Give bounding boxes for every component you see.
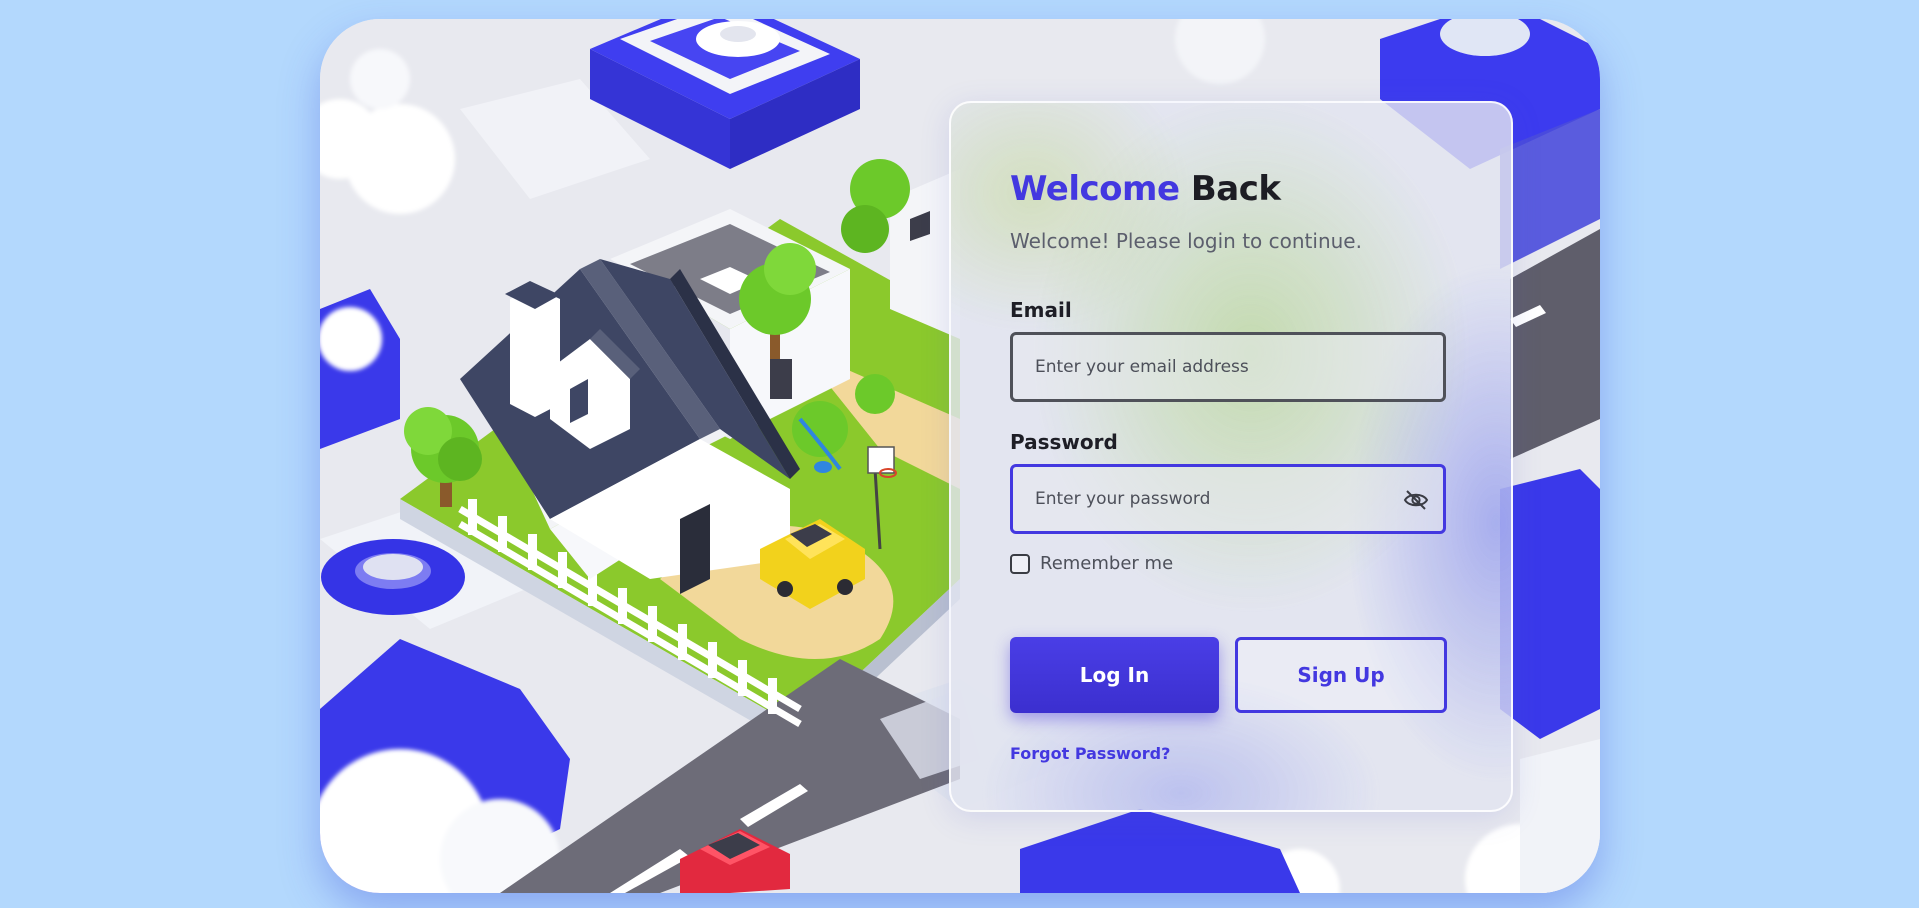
remember-label: Remember me	[1040, 553, 1174, 574]
subtitle: Welcome! Please login to continue.	[1010, 229, 1362, 253]
forgot-password-link[interactable]: Forgot Password?	[1010, 744, 1170, 763]
page-title: Welcome Back	[1010, 169, 1281, 209]
email-label: Email	[1010, 298, 1072, 322]
email-field	[1010, 332, 1446, 402]
login-button[interactable]: Log In	[1010, 637, 1219, 713]
email-input[interactable]	[1013, 335, 1443, 399]
eye-off-icon[interactable]	[1403, 489, 1429, 511]
title-accent: Welcome	[1010, 169, 1180, 209]
remember-checkbox[interactable]	[1010, 553, 1030, 574]
password-input[interactable]	[1013, 467, 1443, 531]
title-rest: Back	[1190, 169, 1281, 209]
login-panel: Welcome Back Welcome! Please login to co…	[949, 101, 1513, 812]
login-card: Welcome Back Welcome! Please login to co…	[320, 19, 1600, 893]
password-field	[1010, 464, 1446, 534]
password-label: Password	[1010, 430, 1118, 454]
signup-button[interactable]: Sign Up	[1235, 637, 1447, 713]
remember-me[interactable]: Remember me	[1010, 553, 1173, 574]
